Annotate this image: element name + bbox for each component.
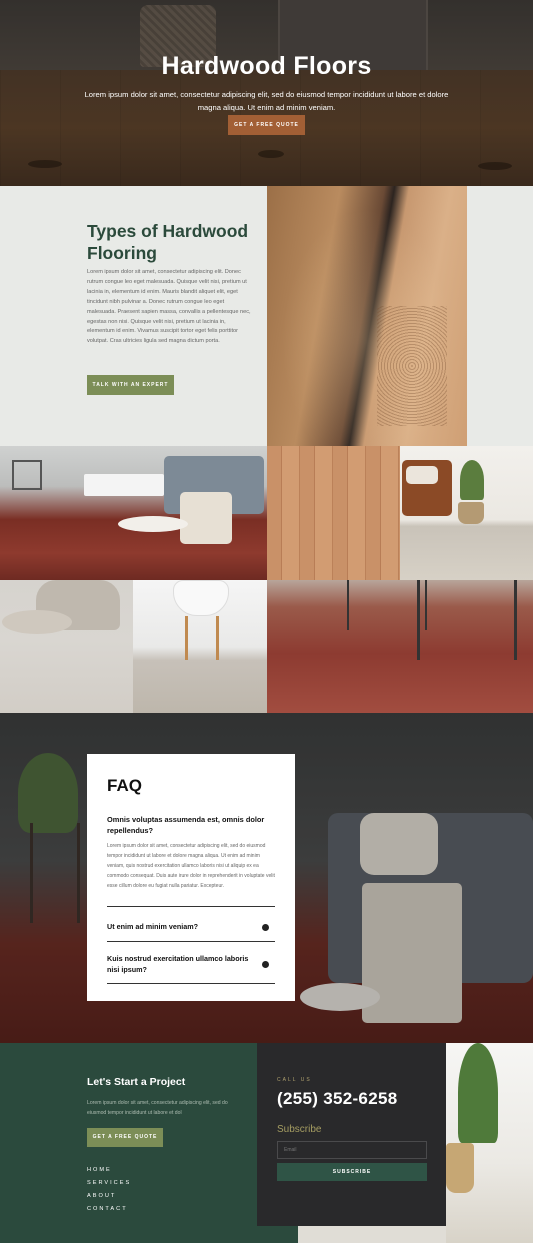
footer-nav-contact[interactable]: Contact (87, 1206, 128, 1212)
faq-title: FAQ (107, 776, 142, 795)
footer-nav-services[interactable]: Services (87, 1180, 131, 1186)
types-text: Lorem ipsum dolor sit amet, consectetur … (87, 269, 251, 345)
gallery-stools-image (267, 580, 533, 714)
gallery-living-room-image (0, 446, 267, 580)
email-input[interactable] (277, 1141, 427, 1159)
faq-divider (107, 906, 275, 907)
hero-text: Lorem ipsum dolor sit amet, consectetur … (84, 90, 449, 112)
hero-title: Hardwood Floors (161, 52, 372, 80)
faq-answer: Lorem ipsum dolor sit amet, consectetur … (107, 843, 275, 889)
footer: Let's Start a Project Lorem ipsum dolor … (0, 1043, 533, 1243)
faq-question-2[interactable]: Ut enim ad minim veniam? (107, 922, 257, 933)
types-title: Types of Hardwood Flooring (87, 221, 249, 263)
hero-quote-button[interactable]: Get a free quote (228, 115, 305, 135)
footer-nav-home[interactable]: Home (87, 1167, 112, 1173)
types-section: Types of Hardwood Flooring Lorem ipsum d… (0, 186, 533, 446)
faq-card: FAQ Omnis voluptas assumenda est, omnis … (87, 754, 295, 1001)
call-us-label: Call us (277, 1077, 312, 1083)
footer-title: Let's Start a Project (87, 1076, 186, 1088)
footer-text: Lorem ipsum dolor sit amet, consectetur … (87, 1100, 228, 1116)
faq-toggle-icon[interactable] (262, 961, 269, 968)
faq-question-open[interactable]: Omnis voluptas assumenda est, omnis dolo… (107, 815, 277, 836)
wood-closeup-image (267, 186, 467, 446)
faq-question-3[interactable]: Kuis nostrud exercitation ullamco labori… (107, 954, 257, 975)
gallery-chair-image (0, 580, 133, 714)
faq-divider (107, 983, 275, 984)
gallery-armchair-image (400, 446, 533, 580)
faq-section: FAQ Omnis voluptas assumenda est, omnis … (0, 713, 533, 1043)
footer-nav-about[interactable]: About (87, 1193, 116, 1199)
gallery-white-chair-image (133, 580, 267, 714)
gallery-wood-plank-image (267, 446, 400, 580)
footer-quote-button[interactable]: Get a free quote (87, 1128, 163, 1147)
talk-expert-button[interactable]: Talk with an expert (87, 375, 174, 395)
subscribe-button[interactable]: Subscribe (277, 1163, 427, 1181)
gallery-grid (0, 446, 533, 714)
phone-number[interactable]: (255) 352-6258 (277, 1089, 397, 1109)
subscribe-title: Subscribe (277, 1124, 322, 1135)
hero-section: Hardwood Floors Lorem ipsum dolor sit am… (0, 0, 533, 186)
footer-plant-image (446, 1043, 533, 1243)
faq-toggle-icon[interactable] (262, 924, 269, 931)
faq-divider (107, 941, 275, 942)
